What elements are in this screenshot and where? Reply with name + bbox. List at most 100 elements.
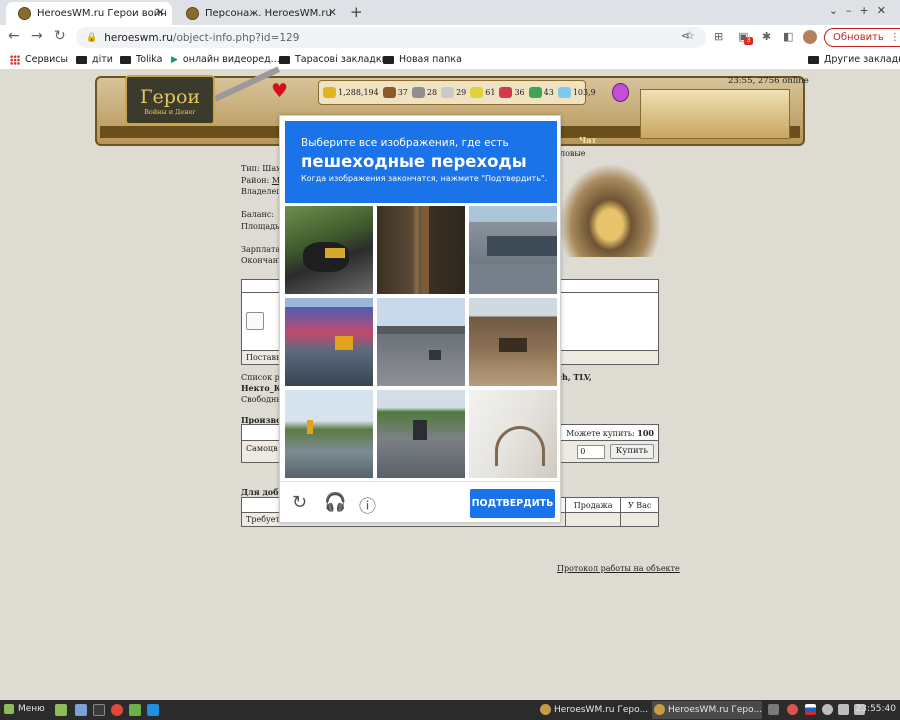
bookmark-other[interactable]: Другие закладки [808, 54, 900, 65]
bookmark-star-icon[interactable]: ☆ [685, 29, 700, 42]
app-launcher-icon[interactable] [75, 704, 87, 716]
protocol-link[interactable]: Протокол работы на объекте [557, 564, 680, 573]
url-path: /object-info.php?id=129 [172, 31, 300, 44]
captcha-tile[interactable] [377, 298, 465, 386]
start-menu-button[interactable]: Меню [4, 704, 45, 714]
language-flag-icon[interactable] [805, 704, 816, 715]
bookmark-label: Новая папка [399, 54, 462, 65]
close-tab-icon[interactable]: ✕ [328, 6, 337, 19]
castle-illustration [640, 89, 790, 139]
ore-resource: 28 [411, 87, 437, 98]
quantity-input[interactable]: 0 [577, 444, 606, 459]
verify-button[interactable]: ПОДТВЕРДИТЬ [470, 489, 555, 518]
buy-button[interactable]: Купить [609, 444, 654, 459]
heroeswm-favicon-icon [540, 704, 551, 715]
chrome-icon[interactable] [111, 704, 123, 716]
crystal-icon [499, 87, 513, 98]
captcha-tile[interactable] [469, 390, 557, 478]
browser-toolbar: ← → ↻ 🔒 heroeswm.ru/object-info.php?id=1… [0, 25, 900, 50]
window-controls[interactable]: ⌄–+✕ [829, 4, 894, 17]
ore-icon [411, 87, 425, 98]
show-desktop-icon[interactable] [55, 704, 67, 716]
game-logo[interactable]: Герои Войны и Денег [125, 75, 215, 125]
workers-line-prefix: Список ра [241, 373, 285, 382]
task-heroeswm-2[interactable]: HeroesWM.ru Геро... [652, 701, 762, 719]
extension-grid-icon[interactable]: ⊞ [714, 30, 728, 44]
tray-app-icon[interactable] [768, 704, 779, 715]
info-icon[interactable]: ⓘ [359, 492, 376, 517]
health-heart-icon: ♥ [271, 80, 289, 102]
captcha-tile[interactable] [285, 298, 373, 386]
chrome-icon [654, 704, 665, 715]
info-right-text: ловые [560, 149, 586, 158]
bookmarks-bar: Сервисы діти Tolika ▶ онлайн видеоред... … [0, 50, 900, 70]
bookmark-label: діти [92, 54, 113, 65]
address-bar[interactable]: 🔒 heroeswm.ru/object-info.php?id=129 [76, 27, 706, 48]
update-button-label: Обновить [833, 32, 884, 43]
gold-icon [323, 87, 336, 98]
bookmark-folder-kids[interactable]: діти [76, 54, 113, 65]
captcha-tile[interactable] [469, 298, 557, 386]
sidebar-icon[interactable]: ◧ [783, 30, 797, 44]
captcha-tile[interactable] [285, 390, 373, 478]
gems-icon [528, 87, 542, 98]
captcha-image-grid [285, 206, 557, 478]
reload-icon[interactable]: ↻ [54, 28, 66, 44]
files-icon[interactable] [129, 704, 141, 716]
wood-icon [382, 87, 396, 98]
captcha-tile[interactable] [285, 206, 373, 294]
back-arrow-icon[interactable]: ← [8, 28, 20, 44]
user-icon[interactable] [822, 704, 833, 715]
shield-icon[interactable] [787, 704, 798, 715]
logo-title: Герои [139, 86, 201, 108]
col-sale: Продажа [564, 497, 622, 513]
mercury-icon [441, 87, 455, 98]
network-icon[interactable] [838, 704, 849, 715]
gold-resource: 1,288,194 [323, 87, 379, 98]
reload-icon[interactable]: ↻ [292, 492, 307, 513]
resources-bar: 1,288,194 37 28 29 61 36 43 103,9 [318, 80, 596, 105]
captcha-tile[interactable] [377, 206, 465, 294]
menu-dots-icon: ⋮ [889, 32, 900, 43]
bookmark-services[interactable]: Сервисы [10, 54, 68, 65]
skype-icon[interactable] [147, 704, 159, 716]
headphones-icon[interactable]: 🎧 [324, 492, 346, 513]
bookmark-label: Сервисы [25, 54, 69, 65]
heroeswm-favicon-icon [186, 7, 199, 20]
profile-avatar[interactable] [803, 30, 817, 44]
wood-resource: 37 [382, 87, 408, 98]
mercury-resource: 29 [441, 87, 466, 98]
apps-grid-icon [10, 54, 20, 65]
tab-heroeswm-main[interactable]: HeroesWM.ru Герои войны и Деньги ✕ [6, 2, 172, 25]
lock-icon: 🔒 [86, 32, 98, 43]
clock: 23:55:40 [855, 704, 896, 714]
tab-character[interactable]: Персонаж. HeroesWM.ru Герои войны ✕ [174, 2, 344, 25]
recaptcha-challenge: Выберите все изображения, где есть пешех… [279, 115, 561, 523]
recaptcha-checkbox[interactable] [246, 311, 264, 330]
captcha-header: Выберите все изображения, где есть пешех… [285, 121, 557, 203]
folder-icon [808, 55, 819, 64]
url-host: heroeswm.ru [104, 31, 173, 44]
puzzle-icon[interactable]: ✱ [762, 30, 776, 44]
forward-arrow-icon[interactable]: → [31, 28, 43, 44]
menu-chat-link[interactable]: Чат [579, 135, 596, 145]
update-button[interactable]: Обновить ⋮ [824, 28, 900, 47]
bookmark-folder-taras[interactable]: Тарасові закладки [279, 54, 388, 65]
terminal-icon[interactable] [93, 704, 105, 716]
folder-icon [383, 55, 394, 64]
close-tab-icon[interactable]: ✕ [156, 6, 165, 19]
captcha-target: пешеходные переходы [301, 152, 527, 171]
bookmark-video-editor[interactable]: ▶ онлайн видеоред... [171, 54, 280, 65]
bookmark-label: онлайн видеоред... [182, 54, 280, 65]
online-counter: 23:55, 2756 online [728, 76, 809, 86]
bookmark-label: Другие закладки [824, 54, 900, 65]
bookmark-folder-tolika[interactable]: Tolika [120, 54, 162, 65]
folder-icon [279, 55, 290, 64]
task-heroeswm-1[interactable]: HeroesWM.ru Геро... [538, 701, 648, 719]
folder-icon [76, 55, 87, 64]
bookmark-folder-new[interactable]: Новая папка [383, 54, 462, 65]
captcha-tile[interactable] [469, 206, 557, 294]
captcha-tile[interactable] [377, 390, 465, 478]
extension-badge: 3 [744, 37, 753, 45]
plus-icon[interactable]: + [350, 3, 363, 21]
